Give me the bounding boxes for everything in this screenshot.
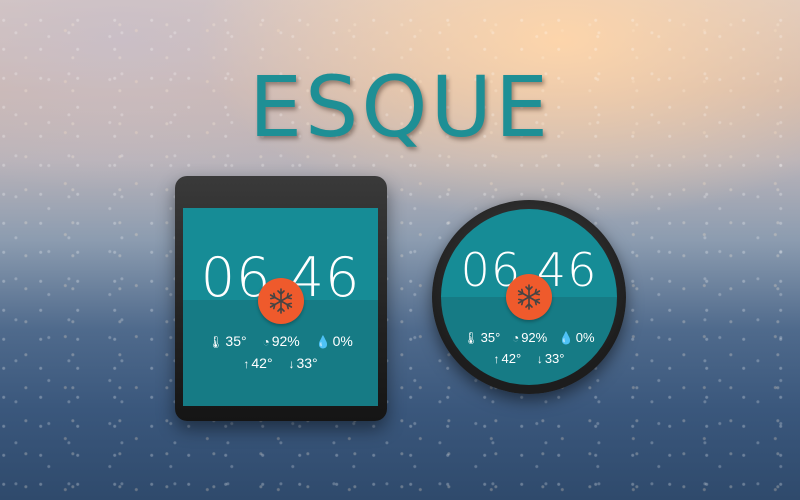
humidity-stat: ◔ 92% xyxy=(511,330,548,345)
temperature-stat: 🌡 35° xyxy=(208,333,247,349)
humidity-gauge-icon: ◔ xyxy=(511,331,520,345)
round-watch-screen: 06 46 🌡 35° ◔ 92% 💧 0% ↑ 42° ↓ 33° xyxy=(441,209,617,385)
snowflake-icon xyxy=(506,274,552,320)
humidity-gauge-icon: ◔ xyxy=(262,335,270,349)
round-watch: 06 46 🌡 35° ◔ 92% 💧 0% ↑ 42° ↓ 33° xyxy=(432,200,626,394)
thermometer-icon: 🌡 xyxy=(463,331,479,345)
precipitation-stat: 💧 0% xyxy=(315,333,353,349)
arrow-up-icon: ↑ xyxy=(243,357,250,371)
high-stat: ↑ 42° xyxy=(243,355,273,371)
low-stat: ↓ 33° xyxy=(288,355,318,371)
hi-lo-row: ↑ 42° ↓ 33° xyxy=(183,355,378,371)
promo-banner: ESQUE 06 46 🌡 35° ◔ 92% 💧 0% ↑ 42° ↓ 33°… xyxy=(0,0,800,500)
app-title: ESQUE xyxy=(248,58,552,156)
humidity-stat: ◔ 92% xyxy=(262,333,300,349)
square-watch-screen: 06 46 🌡 35° ◔ 92% 💧 0% ↑ 42° ↓ 33° xyxy=(183,208,378,406)
water-drop-icon: 💧 xyxy=(558,331,574,345)
high-stat: ↑ 42° xyxy=(493,351,522,366)
snowflake-icon xyxy=(258,278,304,324)
thermometer-icon: 🌡 xyxy=(208,335,224,349)
arrow-down-icon: ↓ xyxy=(288,357,295,371)
low-stat: ↓ 33° xyxy=(536,351,565,366)
arrow-down-icon: ↓ xyxy=(536,352,543,366)
precipitation-stat: 💧 0% xyxy=(558,330,595,345)
temperature-stat: 🌡 35° xyxy=(463,330,501,345)
water-drop-icon: 💧 xyxy=(315,335,331,349)
weather-stats-row: 🌡 35° ◔ 92% 💧 0% xyxy=(441,330,617,345)
square-watch: 06 46 🌡 35° ◔ 92% 💧 0% ↑ 42° ↓ 33° xyxy=(175,176,387,421)
arrow-up-icon: ↑ xyxy=(493,352,500,366)
hi-lo-row: ↑ 42° ↓ 33° xyxy=(441,351,617,366)
weather-stats-row: 🌡 35° ◔ 92% 💧 0% xyxy=(183,333,378,349)
